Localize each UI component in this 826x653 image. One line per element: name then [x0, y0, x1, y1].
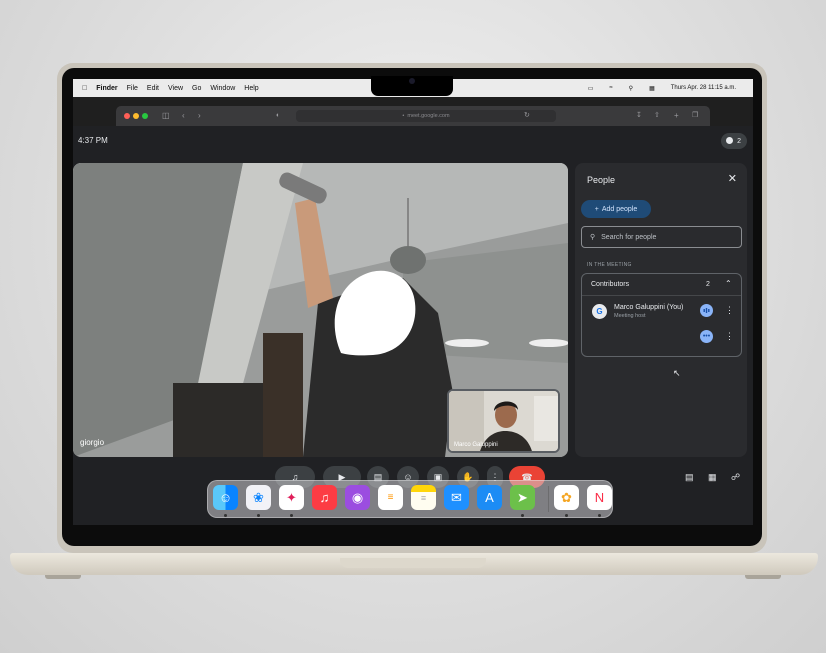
- meeting-details-icon[interactable]: ▤: [685, 472, 694, 483]
- contributors-label[interactable]: Contributors: [591, 281, 629, 288]
- participant-role: Meeting host: [614, 313, 646, 319]
- news-icon[interactable]: N: [587, 485, 612, 510]
- app-store-icon[interactable]: A: [477, 485, 502, 510]
- participant-count-button[interactable]: 2: [721, 133, 747, 149]
- running-indicator: [290, 514, 293, 517]
- main-video-name: giorgio: [80, 438, 105, 447]
- maps-icon[interactable]: ➤: [510, 485, 535, 510]
- control-center-icon[interactable]: ▦: [649, 85, 655, 92]
- add-people-label: Add people: [601, 205, 638, 213]
- spotlight-icon[interactable]: ⚲: [629, 85, 633, 92]
- contributors-section: Contributors 2 ⌃ G Marco Galuppini (You)…: [581, 273, 742, 357]
- forward-icon[interactable]: ›: [198, 110, 201, 122]
- avatar: G: [592, 304, 607, 319]
- collapse-chevron-icon[interactable]: ⌃: [725, 279, 732, 288]
- self-view-tile[interactable]: Marco Galuppini: [447, 389, 560, 453]
- wifi-icon[interactable]: ≈: [609, 85, 612, 91]
- battery-icon[interactable]: ▭: [588, 85, 594, 92]
- reload-icon[interactable]: ↻: [524, 110, 530, 122]
- music-icon[interactable]: ♫: [312, 485, 337, 510]
- notes-icon[interactable]: ≡: [411, 485, 436, 510]
- mail-icon[interactable]: ✉: [444, 485, 469, 510]
- activities-icon[interactable]: ▦: [708, 472, 717, 483]
- menubar-clock[interactable]: Thurs Apr. 28 11:15 a.m.: [671, 85, 736, 91]
- running-indicator: [521, 514, 524, 517]
- sidebar-toggle-icon[interactable]: ◫: [162, 110, 170, 122]
- address-bar-url: meet.google.com: [407, 113, 450, 119]
- search-icon: ⚲: [590, 234, 596, 241]
- slack-icon[interactable]: ✦: [279, 485, 304, 510]
- photos-icon[interactable]: ✿: [554, 485, 579, 510]
- mouse-cursor-icon: ↖: [673, 368, 681, 378]
- menu-go[interactable]: Go: [192, 85, 201, 92]
- share-icon[interactable]: ⇧: [654, 110, 660, 122]
- podcasts-icon[interactable]: ◉: [345, 485, 370, 510]
- screen:  Finder File Edit View Go Window Help ▭…: [73, 79, 753, 525]
- contributors-count: 2: [706, 281, 710, 288]
- dock: ☺ ❀ ✦ ♫ ◉ ≡ ≡ ✉ A ➤ ✿ N: [207, 480, 613, 518]
- participant-more-options-icon[interactable]: ⋮: [725, 306, 734, 315]
- menu-help[interactable]: Help: [244, 85, 258, 92]
- minimize-window-icon[interactable]: [133, 113, 139, 119]
- menu-file[interactable]: File: [127, 85, 138, 92]
- dock-separator: [548, 486, 549, 512]
- browser-toolbar: ◫ ‹ › ◐ • meet.google.com ↻ ↧ ⇧ + ❐: [116, 106, 710, 126]
- finder-icon[interactable]: ☺: [213, 485, 238, 510]
- participant-count: 2: [737, 137, 741, 145]
- close-window-icon[interactable]: [124, 113, 130, 119]
- safari-icon[interactable]: ❀: [246, 485, 271, 510]
- menu-edit[interactable]: Edit: [147, 85, 159, 92]
- laptop-foot-right: [745, 575, 781, 579]
- people-panel: People ✕ + Add people ⚲ Search for peopl…: [575, 163, 747, 457]
- menu-view[interactable]: View: [168, 85, 183, 92]
- menu-window[interactable]: Window: [210, 85, 235, 92]
- section-divider: [582, 295, 741, 296]
- meeting-time: 4:37 PM: [78, 136, 108, 145]
- people-search-input[interactable]: ⚲ Search for people: [581, 226, 742, 248]
- running-indicator: [565, 514, 568, 517]
- menubar-app-name[interactable]: Finder: [96, 85, 117, 92]
- lock-icon: •: [402, 113, 405, 119]
- address-bar[interactable]: • meet.google.com: [296, 110, 556, 122]
- more-participants-icon[interactable]: •••: [700, 330, 713, 343]
- second-more-options-icon[interactable]: ⋮: [725, 332, 734, 341]
- running-indicator: [598, 514, 601, 517]
- self-view-name: Marco Galuppini: [454, 442, 498, 448]
- host-controls-icon[interactable]: ☍: [731, 472, 740, 483]
- reminders-icon[interactable]: ≡: [378, 485, 403, 510]
- laptop-foot-left: [45, 575, 81, 579]
- tab-overview-icon[interactable]: ❐: [692, 110, 698, 122]
- close-panel-icon[interactable]: ✕: [728, 172, 737, 185]
- in-meeting-heading: IN THE MEETING: [587, 262, 632, 268]
- meet-window: 4:37 PM 2 giorgio Marco Galuppini People…: [73, 126, 753, 525]
- apple-icon[interactable]: : [82, 85, 87, 92]
- back-icon[interactable]: ‹: [182, 110, 185, 122]
- webcam-icon: [409, 78, 415, 84]
- lid-opening-groove: [340, 558, 486, 568]
- new-tab-icon[interactable]: +: [674, 110, 679, 122]
- speaking-indicator-icon: [700, 304, 713, 317]
- people-panel-title: People: [587, 175, 616, 185]
- people-search-placeholder: Search for people: [601, 233, 657, 241]
- privacy-shield-icon[interactable]: ◐: [276, 110, 280, 122]
- add-person-icon: +: [594, 205, 599, 213]
- menubar-status-area: ▭ ≈ ⚲ ▦ Thurs Apr. 28 11:15 a.m.: [588, 79, 745, 97]
- zoom-window-icon[interactable]: [142, 113, 148, 119]
- add-people-button[interactable]: + Add people: [581, 200, 651, 218]
- downloads-icon[interactable]: ↧: [636, 110, 642, 122]
- running-indicator: [224, 514, 227, 517]
- main-video-tile[interactable]: giorgio Marco Galuppini: [73, 163, 568, 457]
- people-icon: [726, 137, 733, 144]
- running-indicator: [257, 514, 260, 517]
- participant-name: Marco Galuppini (You): [614, 304, 684, 311]
